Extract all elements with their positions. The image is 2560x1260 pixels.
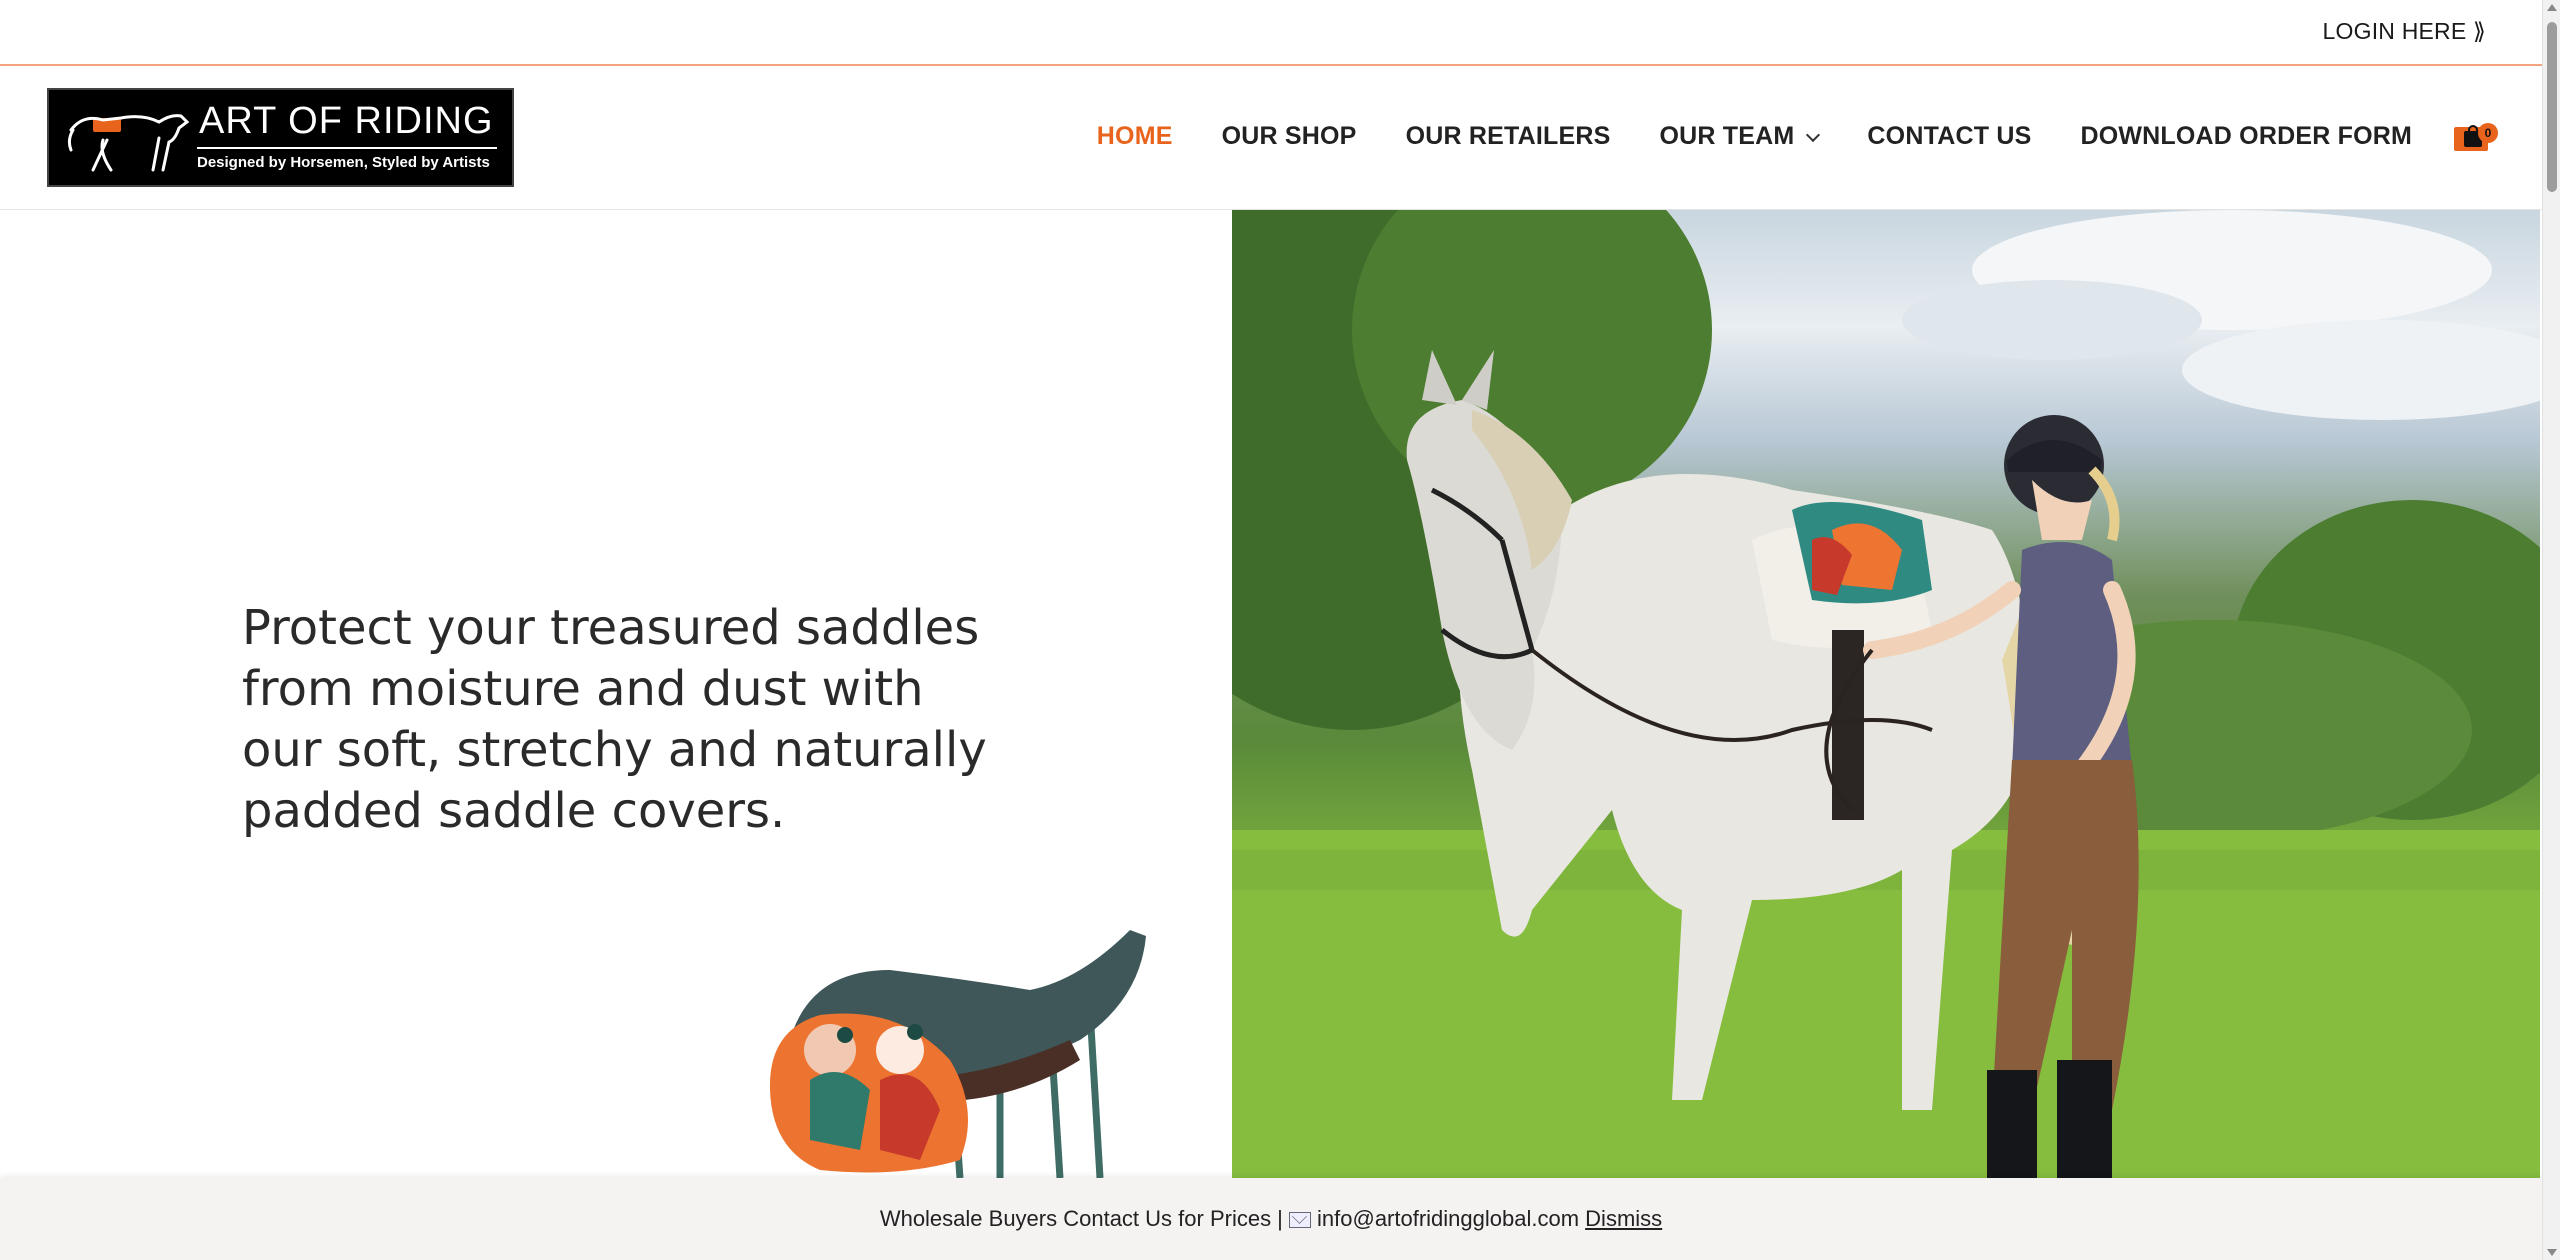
dismiss-link[interactable]: Dismiss [1585,1206,1662,1231]
hero-text-panel: Protect your treasured saddles from mois… [0,210,1232,1178]
logo-title: ART OF RIDING [199,100,494,142]
saddle-product-image [769,930,1146,1178]
page-scrollbar[interactable] [2542,0,2560,1260]
scroll-down-arrow-icon[interactable] [2547,1249,2557,1256]
notice-email[interactable]: info@artofridingglobal.com [1317,1206,1579,1231]
nav-our-shop[interactable]: OUR SHOP [1222,122,1357,151]
nav-download-order-form[interactable]: DOWNLOAD ORDER FORM [2080,122,2412,151]
logo-tagline: Designed by Horsemen, Styled by Artists [197,154,490,171]
cart-button[interactable]: 0 [2454,123,2498,153]
envelope-icon [1289,1212,1312,1228]
store-notice: Wholesale Buyers Contact Us for Prices |… [0,1206,2542,1232]
rider-with-horse-photo [1232,210,2540,1178]
hero-photo [1232,210,2540,1178]
nav-our-retailers[interactable]: OUR RETAILERS [1406,122,1611,151]
chevron-down-icon [1806,127,1821,142]
scrollbar-thumb[interactable] [2547,22,2557,192]
nav-our-team-label: OUR TEAM [1659,122,1795,150]
login-link[interactable]: LOGIN HERE ⟫ [2323,18,2486,45]
notice-text: Wholesale Buyers Contact Us for Prices | [879,1206,1290,1231]
nav-our-team[interactable]: OUR TEAM [1659,122,1821,151]
main-nav: HOME OUR SHOP OUR RETAILERS OUR TEAM CON… [1048,122,2412,151]
nav-home[interactable]: HOME [1097,122,1173,151]
horse-logo-icon [67,114,190,172]
nav-contact-us[interactable]: CONTACT US [1867,122,2031,151]
hero-section: Protect your treasured saddles from mois… [0,210,2540,1178]
logo-divider [197,147,497,149]
scroll-up-arrow-icon[interactable] [2547,4,2557,11]
hero-headline: Protect your treasured saddles from mois… [242,600,987,839]
site-logo[interactable]: ART OF RIDING Designed by Horsemen, Styl… [47,88,514,187]
cart-count-badge: 0 [2478,123,2498,143]
store-notice-bar: Wholesale Buyers Contact Us for Prices |… [0,1178,2542,1260]
top-bar: LOGIN HERE ⟫ [0,0,2542,66]
site-header: ART OF RIDING Designed by Horsemen, Styl… [0,66,2542,210]
